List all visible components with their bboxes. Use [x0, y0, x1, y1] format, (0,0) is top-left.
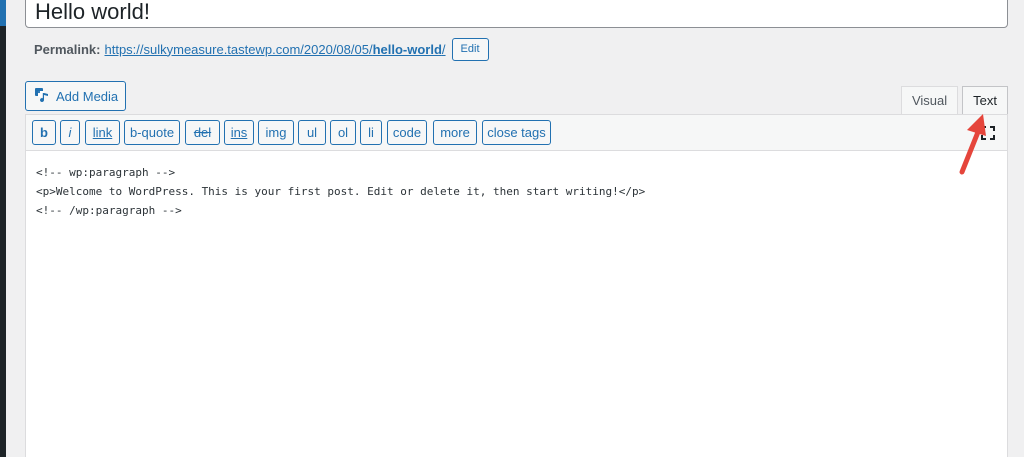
qt-more-button[interactable]: more — [433, 120, 477, 145]
qt-bold-button[interactable]: b — [32, 120, 56, 145]
annotation-arrow-icon — [959, 114, 986, 175]
left-edge-strip — [0, 0, 6, 457]
content-line: <p>Welcome to WordPress. This is your fi… — [36, 185, 646, 198]
text-editor: b i link b-quote del ins img ul ol li co… — [25, 114, 1008, 457]
qt-blockquote-button[interactable]: b-quote — [124, 120, 180, 145]
content-line: <!-- /wp:paragraph --> — [36, 204, 182, 217]
permalink-row: Permalink: https://sulkymeasure.tastewp.… — [34, 37, 489, 61]
content-line: <!-- wp:paragraph --> — [36, 166, 176, 179]
qt-link-button[interactable]: link — [85, 120, 120, 145]
qt-ul-button[interactable]: ul — [298, 120, 326, 145]
permalink-link[interactable]: https://sulkymeasure.tastewp.com/2020/08… — [104, 42, 445, 57]
add-media-label: Add Media — [56, 88, 119, 104]
qt-li-button[interactable]: li — [360, 120, 382, 145]
qt-ins-button[interactable]: ins — [224, 120, 254, 145]
permalink-edit-button[interactable]: Edit — [451, 37, 489, 61]
text-editor-content[interactable]: <!-- wp:paragraph --> <p>Welcome to Word… — [26, 151, 1007, 232]
permalink-url-prefix: https://sulkymeasure.tastewp.com/2020/08… — [104, 41, 373, 57]
permalink-url-suffix: / — [441, 41, 446, 57]
post-title-text: Hello world! — [35, 0, 150, 24]
qt-italic-button[interactable]: i — [60, 120, 80, 145]
qt-img-button[interactable]: img — [258, 120, 294, 145]
qt-code-button[interactable]: code — [387, 120, 427, 145]
quicktags-toolbar: b i link b-quote del ins img ul ol li co… — [26, 115, 1007, 151]
permalink-slug: hello-world — [372, 41, 442, 57]
media-icon — [34, 87, 50, 106]
permalink-label: Permalink: — [34, 41, 101, 57]
left-edge-accent — [0, 0, 6, 26]
post-title-input[interactable]: Hello world! — [25, 0, 1008, 28]
add-media-button[interactable]: Add Media — [25, 81, 126, 111]
qt-close-tags-button[interactable]: close tags — [482, 120, 551, 145]
qt-ol-button[interactable]: ol — [330, 120, 356, 145]
qt-del-button[interactable]: del — [185, 120, 220, 145]
